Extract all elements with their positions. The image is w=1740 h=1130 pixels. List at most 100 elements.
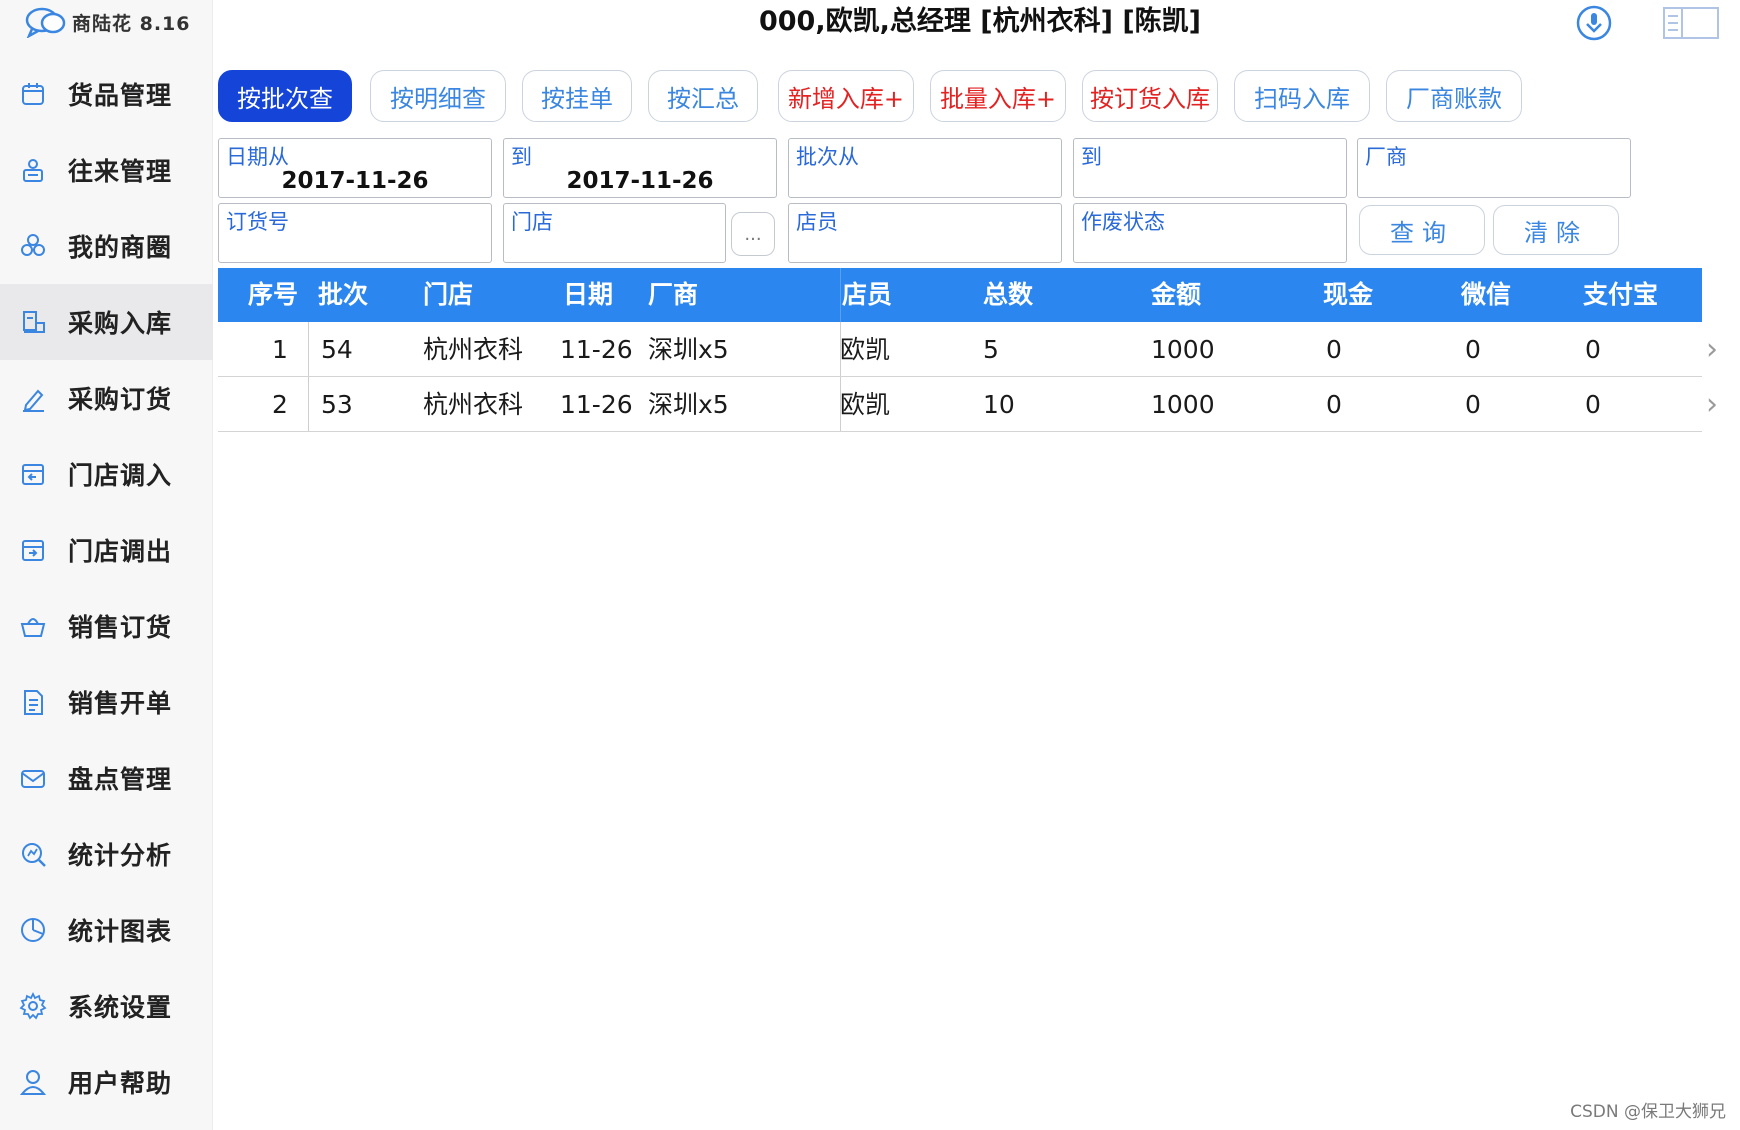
store-out-icon	[16, 533, 50, 567]
toolbar-button-4[interactable]: 新增入库+	[778, 70, 914, 122]
toolbar-button-0[interactable]: 按批次查	[218, 70, 352, 122]
gear-icon	[16, 989, 50, 1023]
table-cell: 深圳x5	[648, 390, 729, 419]
document-icon	[16, 685, 50, 719]
toolbar-button-5[interactable]: 批量入库+	[930, 70, 1066, 122]
vendor-field[interactable]: 厂商	[1357, 138, 1631, 198]
pen-icon	[16, 381, 50, 415]
sidebar-item-12[interactable]: 系统设置	[0, 968, 213, 1044]
sidebar-item-label: 往来管理	[68, 157, 173, 186]
column-header[interactable]: 总数	[983, 268, 1033, 322]
download-icon[interactable]	[1575, 4, 1613, 42]
sidebar-item-label: 我的商圈	[68, 233, 173, 262]
store-picker-button[interactable]: ...	[731, 212, 775, 256]
sidebar-item-4[interactable]: 采购订货	[0, 360, 213, 436]
table-cell: 0	[1326, 335, 1342, 364]
header-divider	[840, 268, 841, 322]
sidebar-item-7[interactable]: 销售订货	[0, 588, 213, 664]
circles-icon	[16, 229, 50, 263]
toolbar-button-8[interactable]: 厂商账款	[1386, 70, 1522, 122]
table-cell: 欧凯	[840, 335, 891, 364]
batch-to-field[interactable]: 到	[1073, 138, 1347, 198]
toolbar-button-6[interactable]: 按订货入库	[1082, 70, 1218, 122]
date-from-field[interactable]: 日期从 2017-11-26	[218, 138, 492, 198]
sidebar-item-label: 销售订货	[68, 613, 173, 642]
date-to-value: 2017-11-26	[566, 168, 714, 194]
box-icon	[16, 77, 50, 111]
sidebar-item-13[interactable]: 用户帮助	[0, 1044, 213, 1120]
column-header[interactable]: 店员	[842, 268, 892, 322]
clerk-label: 店员	[796, 210, 838, 234]
date-to-label: 到	[511, 145, 532, 169]
sidebar-item-8[interactable]: 销售开单	[0, 664, 213, 740]
table-cell: 54	[321, 335, 353, 364]
clerk-field[interactable]: 店员	[788, 203, 1062, 263]
page-title: 000,欧凯,总经理 [杭州衣科] [陈凯]	[758, 6, 1202, 37]
chevron-right-icon[interactable]: ›	[1706, 332, 1718, 367]
table-cell: 0	[1465, 390, 1481, 419]
column-header[interactable]: 微信	[1461, 268, 1511, 322]
vendor-label: 厂商	[1365, 145, 1407, 169]
sidebar-item-label: 统计分析	[68, 841, 173, 870]
analysis-icon	[16, 837, 50, 871]
void-status-field[interactable]: 作废状态	[1073, 203, 1347, 263]
chevron-right-icon[interactable]: ›	[1706, 387, 1718, 422]
column-header[interactable]: 批次	[318, 268, 368, 322]
store-field[interactable]: 门店	[503, 203, 726, 263]
store-in-icon	[16, 457, 50, 491]
column-header[interactable]: 日期	[563, 268, 613, 322]
table-cell: 53	[321, 390, 353, 419]
column-header[interactable]: 支付宝	[1583, 268, 1658, 322]
column-divider	[840, 322, 841, 376]
table-cell: 0	[1585, 335, 1601, 364]
table-row[interactable]: 2 53 杭州衣科 11-26 深圳x5 欧凯 10 1000 0 0 0 ›	[218, 377, 1718, 432]
void-status-label: 作废状态	[1081, 210, 1165, 234]
column-header[interactable]: 现金	[1323, 268, 1373, 322]
sidebar-item-11[interactable]: 统计图表	[0, 892, 213, 968]
table-cell: 5	[983, 335, 999, 364]
clear-button[interactable]: 清除	[1493, 205, 1619, 255]
column-header[interactable]: 门店	[423, 268, 473, 322]
toolbar-button-7[interactable]: 扫码入库	[1234, 70, 1370, 122]
sidebar-item-label: 系统设置	[68, 993, 173, 1022]
table-cell: 11-26	[560, 390, 633, 419]
sidebar-item-9[interactable]: 盘点管理	[0, 740, 213, 816]
column-header[interactable]: 序号	[248, 268, 298, 322]
table-cell: 11-26	[560, 335, 633, 364]
table-cell: 2	[272, 390, 288, 419]
sidebar-item-10[interactable]: 统计分析	[0, 816, 213, 892]
column-header[interactable]: 金额	[1151, 268, 1201, 322]
table-row[interactable]: 1 54 杭州衣科 11-26 深圳x5 欧凯 5 1000 0 0 0 ›	[218, 322, 1718, 377]
toolbar-button-1[interactable]: 按明细查	[370, 70, 506, 122]
sidebar-item-5[interactable]: 门店调入	[0, 436, 213, 512]
date-to-field[interactable]: 到 2017-11-26	[503, 138, 777, 198]
column-header[interactable]: 厂商	[648, 268, 698, 322]
sidebar-item-0[interactable]: 货品管理	[0, 56, 213, 132]
order-no-field[interactable]: 订货号	[218, 203, 492, 263]
purchase-batch-table: 序号 批次 门店 日期 厂商 店员 总数 金额 现金 微信 支付宝 1 54 杭州衣科 11-26 深圳x5…	[218, 268, 1718, 432]
column-divider	[840, 377, 841, 431]
batch-from-field[interactable]: 批次从	[788, 138, 1062, 198]
sidebar-item-6[interactable]: 门店调出	[0, 512, 213, 588]
sidebar-item-3[interactable]: 采购入库	[0, 284, 213, 360]
sidebar-item-label: 盘点管理	[68, 765, 173, 794]
query-button[interactable]: 查询	[1359, 205, 1485, 255]
toolbar-button-2[interactable]: 按挂单	[522, 70, 632, 122]
table-cell: 欧凯	[840, 390, 891, 419]
sidebar-item-label: 统计图表	[68, 917, 173, 946]
toolbar-button-3[interactable]: 按汇总	[648, 70, 758, 122]
table-cell: 杭州衣科	[423, 390, 524, 419]
sidebar-item-2[interactable]: 我的商圈	[0, 208, 213, 284]
date-from-value: 2017-11-26	[281, 168, 429, 194]
purchase-inbound-icon	[16, 305, 50, 339]
column-divider	[308, 322, 309, 376]
sidebar-item-label: 采购订货	[68, 385, 173, 414]
sidebar-nav: 货品管理往来管理我的商圈采购入库采购订货门店调入门店调出销售订货销售开单盘点管理…	[0, 56, 213, 1120]
sidebar-toggle-icon[interactable]	[1662, 6, 1720, 40]
table-cell: 深圳x5	[648, 335, 729, 364]
watermark: CSDN @保卫大狮兄	[1570, 1102, 1726, 1122]
user-icon	[16, 1065, 50, 1099]
sidebar-item-1[interactable]: 往来管理	[0, 132, 213, 208]
sidebar-item-label: 门店调入	[68, 461, 173, 490]
app-name: 商陆花 8.16	[72, 12, 191, 35]
